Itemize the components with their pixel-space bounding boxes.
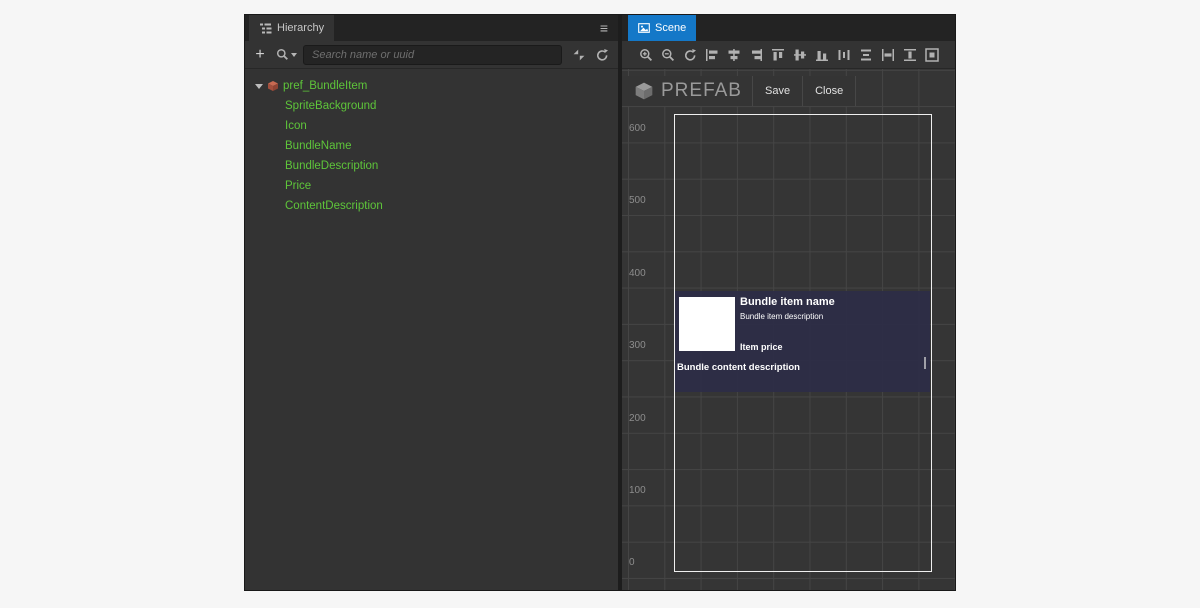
tab-hierarchy[interactable]: Hierarchy [249,15,334,41]
reset-view-icon[interactable] [682,47,698,63]
align-vertical-center-icon[interactable] [792,47,808,63]
tree-item-label: BundleDescription [285,160,378,172]
tree-item-root[interactable]: pref_BundleItem [245,76,618,96]
ruler-label: 100 [629,485,646,496]
search-icon [276,48,289,61]
align-left-icon[interactable] [704,47,720,63]
bundle-content-description-text[interactable]: Bundle content description [677,362,800,373]
ruler-label: 500 [629,195,646,206]
align-top-icon[interactable] [770,47,786,63]
tree-item[interactable]: BundleDescription [245,156,618,176]
stretch-horizontal-icon[interactable] [880,47,896,63]
hierarchy-toolbar: + [245,41,618,69]
align-right-icon[interactable] [748,47,764,63]
tree-item[interactable]: Price [245,176,618,196]
add-node-button[interactable]: + [253,47,267,63]
ruler-label: 600 [629,123,646,134]
ruler-label: 300 [629,340,646,351]
tree-item-label: SpriteBackground [285,100,376,112]
prefab-cube-icon [267,80,279,92]
hierarchy-icon [259,22,272,35]
tree-item[interactable]: BundleName [245,136,618,156]
scene-toolbar [622,41,955,69]
distribute-horizontal-icon[interactable] [836,47,852,63]
ruler-label: 0 [629,557,635,568]
prefab-mode-title: PREFAB [661,80,742,102]
tab-hierarchy-label: Hierarchy [277,22,324,34]
align-bottom-icon[interactable] [814,47,830,63]
tree-item-label: Price [285,180,311,192]
prefab-cube-icon [634,81,654,101]
search-filter-button[interactable] [276,48,297,61]
prefab-edit-bar: PREFAB Save Close [622,76,856,106]
tree-item-label: BundleName [285,140,351,152]
search-input[interactable] [303,45,562,65]
distribute-vertical-icon[interactable] [858,47,874,63]
zoom-out-icon[interactable] [660,47,676,63]
scene-tabbar: Scene [622,15,955,41]
hierarchy-tree: pref_BundleItem SpriteBackground Icon Bu… [245,69,618,590]
bundle-price-text[interactable]: Item price [740,342,783,352]
scene-icon [638,22,650,34]
tree-item[interactable]: Icon [245,116,618,136]
bundle-description-text[interactable]: Bundle item description [740,312,823,321]
panel-menu-icon[interactable]: ≡ [590,15,618,41]
bundle-name-text[interactable]: Bundle item name [740,296,835,308]
refresh-icon[interactable] [594,47,610,63]
align-horizontal-center-icon[interactable] [726,47,742,63]
expand-caret-icon[interactable] [255,84,263,89]
tab-scene-label: Scene [655,22,686,34]
bundle-item-node[interactable]: Bundle item name Bundle item description… [675,291,930,392]
tree-item[interactable]: ContentDescription [245,196,618,216]
tab-scene[interactable]: Scene [628,15,696,41]
save-button[interactable]: Save [752,76,802,106]
tree-item[interactable]: SpriteBackground [245,96,618,116]
scrollbar-thumb [924,357,926,369]
tree-item-label: Icon [285,120,307,132]
scene-canvas[interactable]: PREFAB Save Close 600 500 400 300 200 10… [622,69,955,590]
close-button[interactable]: Close [802,76,856,106]
hierarchy-panel: Hierarchy ≡ + [245,15,618,590]
zoom-in-icon[interactable] [638,47,654,63]
ruler-label: 200 [629,413,646,424]
fit-size-icon[interactable] [924,47,940,63]
desktop-background: Hierarchy ≡ + [0,0,1200,608]
tree-item-label: ContentDescription [285,200,383,212]
scene-panel: Scene [622,15,955,590]
tree-item-label: pref_BundleItem [283,80,367,92]
editor-window: Hierarchy ≡ + [245,15,955,590]
prefab-bar-title-group: PREFAB [622,76,752,106]
bundle-icon-sprite[interactable] [679,297,735,351]
collapse-all-icon[interactable] [571,47,587,63]
hierarchy-toolbar-right [571,47,610,63]
caret-down-icon [291,53,297,57]
hierarchy-tabbar: Hierarchy ≡ [245,15,618,41]
ruler-label: 400 [629,268,646,279]
stretch-vertical-icon[interactable] [902,47,918,63]
